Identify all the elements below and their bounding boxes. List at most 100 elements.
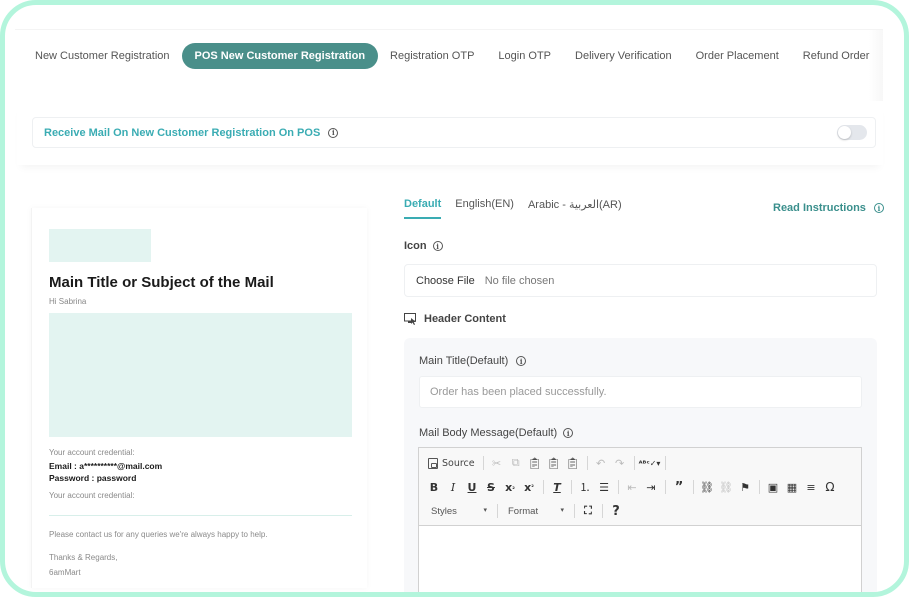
credential-label: Your account credential: (49, 448, 135, 457)
tab-pos-new-customer-registration[interactable]: POS New Customer Registration (181, 43, 379, 69)
mail-toggle-label: Receive Mail On New Customer Registratio… (44, 126, 321, 139)
toolbar-separator (633, 456, 635, 470)
link-icon[interactable]: ⛓ (698, 478, 716, 496)
redo-icon[interactable]: ↷ (611, 454, 629, 472)
logo-placeholder (49, 229, 151, 262)
lang-tab-2[interactable]: Arabic - العربية(AR) (528, 198, 622, 219)
styles-dropdown[interactable]: Styles ▾ (425, 506, 493, 517)
template-tabs: New Customer Registration POS New Custome… (23, 43, 883, 69)
mail-body-label-text: Mail Body Message(Default) (419, 427, 558, 439)
tab-new-customer-registration[interactable]: New Customer Registration (23, 43, 182, 69)
spellcheck-icon[interactable]: ᴬᴮᶜ✓▾ (639, 454, 661, 472)
template-tabs-bar: New Customer Registration POS New Custome… (15, 29, 883, 101)
image-icon[interactable]: ▣ (764, 478, 782, 496)
toolbar-separator (759, 480, 760, 494)
toggle-knob (838, 126, 851, 139)
cut-icon[interactable]: ✂ (488, 454, 506, 472)
tab-refund-order[interactable]: Refund Order (791, 43, 882, 69)
toolbar-row-1: Source ✂ ⧉ 📋︎ 📋︎ 📋︎ ↶ ↷ ᴬᴮᶜ✓▾ (425, 453, 670, 473)
tabs-scroll-fade (869, 30, 883, 101)
file-status: No file chosen (484, 274, 555, 287)
email-preview: Main Title or Subject of the Mail Hi Sab… (31, 208, 367, 588)
main-title-input[interactable]: Order has been placed successfully. (419, 376, 862, 408)
info-icon: i (873, 203, 884, 213)
subscript-icon[interactable]: x₂ (501, 478, 519, 496)
language-tabs: Default English(EN) Arabic - العربية(AR) (404, 198, 636, 219)
paste-word-icon[interactable]: 📋︎ (564, 454, 582, 472)
toolbar-separator (574, 504, 575, 518)
regards-text: Thanks & Regards, (49, 553, 118, 562)
format-dropdown[interactable]: Format ▾ (502, 506, 570, 517)
password-line: Password : password (49, 473, 137, 483)
tab-registration-otp[interactable]: Registration OTP (378, 43, 486, 69)
lang-tab-1[interactable]: English(EN) (455, 198, 514, 219)
special-char-icon[interactable]: Ω (821, 478, 839, 496)
horizontal-line-icon[interactable]: ≡ (802, 478, 820, 496)
mail-toggle-card: Receive Mail On New Customer Registratio… (17, 103, 883, 165)
banner-placeholder (49, 313, 352, 437)
toolbar-row-3: Styles ▾ Format ▾ ⛶ ? (425, 501, 626, 521)
paste-text-icon[interactable]: 📋︎ (545, 454, 563, 472)
toolbar-separator (602, 504, 603, 518)
icon-field-label: Icon i (404, 240, 443, 252)
header-content-text: Header Content (424, 313, 506, 325)
info-icon[interactable]: i (516, 356, 527, 366)
lang-tab-0[interactable]: Default (404, 198, 442, 219)
table-icon[interactable]: ▦ (783, 478, 801, 496)
toolbar-separator (482, 456, 484, 470)
format-label: Format (508, 505, 539, 517)
chevron-down-icon: ▾ (483, 506, 487, 514)
source-button[interactable]: Source (425, 454, 478, 472)
toolbar-separator (497, 504, 498, 518)
toolbar-separator (618, 480, 619, 494)
source-label: Source (442, 457, 475, 469)
decrease-indent-icon[interactable]: ⇤ (623, 478, 641, 496)
icon-file-input[interactable]: Choose File No file chosen (404, 264, 877, 297)
underline-icon[interactable]: U (463, 478, 481, 496)
preview-greeting: Hi Sabrina (49, 297, 87, 306)
mail-body-label: Mail Body Message(Default) i (419, 427, 574, 439)
info-icon[interactable]: i (432, 241, 443, 251)
bulleted-list-icon[interactable]: ☰ (595, 478, 613, 496)
unlink-icon[interactable]: ⛓ (717, 478, 735, 496)
monitor-pointer-icon (404, 313, 416, 325)
help-icon[interactable]: ? (607, 502, 625, 520)
bold-icon[interactable]: B (425, 478, 443, 496)
chevron-down-icon: ▾ (560, 506, 564, 514)
read-instructions-link[interactable]: Read Instructions i (773, 202, 884, 214)
tab-login-otp[interactable]: Login OTP (486, 43, 563, 69)
receive-mail-toggle[interactable] (837, 125, 867, 140)
preview-title: Main Title or Subject of the Mail (49, 274, 274, 291)
undo-icon[interactable]: ↶ (592, 454, 610, 472)
mail-toggle-row: Receive Mail On New Customer Registratio… (32, 117, 876, 148)
tab-order-placement[interactable]: Order Placement (684, 43, 791, 69)
increase-indent-icon[interactable]: ⇥ (642, 478, 660, 496)
credential-label-2: Your account credential: (49, 491, 135, 500)
remove-format-icon[interactable]: T (548, 478, 566, 496)
toolbar-separator (543, 480, 544, 494)
editor-content-area[interactable] (419, 526, 861, 592)
email-line: Email : a**********@mail.com (49, 461, 163, 471)
strikethrough-icon[interactable]: S (482, 478, 500, 496)
preview-divider (49, 515, 352, 516)
toolbar-separator (665, 456, 667, 470)
anchor-icon[interactable]: ⚑ (736, 478, 754, 496)
maximize-icon[interactable]: ⛶ (579, 502, 597, 520)
app-frame: New Customer Registration POS New Custome… (0, 0, 909, 597)
toolbar-separator (693, 480, 694, 494)
source-icon (428, 457, 438, 469)
info-icon[interactable]: i (563, 428, 574, 438)
copy-icon[interactable]: ⧉ (507, 454, 525, 472)
italic-icon[interactable]: I (444, 478, 462, 496)
numbered-list-icon[interactable]: ⒈ (576, 478, 594, 496)
rich-text-editor: Source ✂ ⧉ 📋︎ 📋︎ 📋︎ ↶ ↷ ᴬᴮᶜ✓▾ B I U S x … (418, 447, 862, 592)
main-title-label: Main Title(Default) i (419, 355, 527, 367)
toolbar-row-2: B I U S x₂ x² T ⒈ ☰ ⇤ ⇥ ” ⛓ ⛓ ⚑ ▣ ▦ ≡ Ω (425, 477, 840, 497)
info-icon[interactable]: i (328, 127, 339, 138)
superscript-icon[interactable]: x² (520, 478, 538, 496)
choose-file-button[interactable]: Choose File (416, 275, 475, 287)
tab-delivery-verification[interactable]: Delivery Verification (563, 43, 684, 69)
blockquote-icon[interactable]: ” (670, 478, 688, 496)
paste-icon[interactable]: 📋︎ (526, 454, 544, 472)
main-title-label-text: Main Title(Default) (419, 355, 509, 367)
